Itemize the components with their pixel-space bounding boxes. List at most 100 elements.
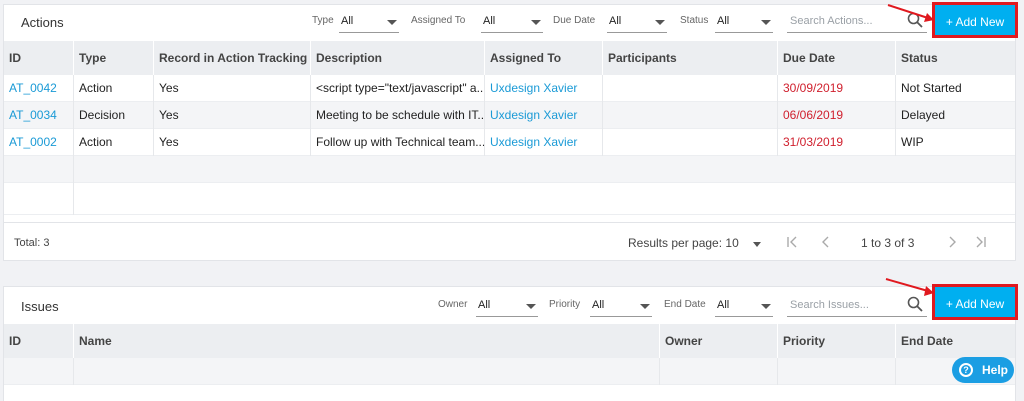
row-due-date: 31/03/2019	[778, 129, 896, 156]
prev-page-icon[interactable]	[819, 235, 833, 249]
type-filter-label: Type	[312, 15, 334, 26]
empty-cell	[74, 183, 1017, 210]
table-row[interactable]: AT_0002 Action Yes Follow up with Techni…	[4, 129, 1015, 156]
col-end-date[interactable]: End Date	[896, 324, 1017, 358]
total-count: Total: 3	[14, 237, 50, 249]
empty-cell	[4, 183, 74, 215]
empty-cell	[4, 358, 74, 385]
priority-filter-label: Priority	[549, 299, 581, 310]
table-row[interactable]: AT_0034 Decision Yes Meeting to be sched…	[4, 102, 1015, 129]
page-range: 1 to 3 of 3	[861, 236, 915, 250]
assigned-filter-select[interactable]: All	[481, 11, 543, 33]
row-participants	[603, 102, 778, 129]
annotation-arrow-icon	[885, 278, 934, 296]
end-date-filter-select[interactable]: All	[715, 295, 773, 317]
help-button[interactable]: ? Help	[952, 357, 1014, 383]
col-due-date[interactable]: Due Date	[778, 41, 896, 75]
row-id-link[interactable]: AT_0042	[4, 75, 74, 102]
empty-cell	[74, 358, 660, 385]
row-assigned[interactable]: Uxdesign Xavier	[485, 129, 603, 156]
owner-filter-label: Owner	[438, 299, 468, 310]
type-filter-select[interactable]: All	[339, 11, 399, 33]
row-status: Not Started	[901, 81, 962, 95]
col-name[interactable]: Name	[74, 324, 660, 358]
row-type: Action	[74, 75, 154, 102]
help-icon: ?	[959, 363, 973, 377]
row-due-date: 30/09/2019	[778, 75, 896, 102]
chevron-down-icon	[531, 20, 541, 25]
col-record[interactable]: Record in Action Tracking	[154, 41, 311, 75]
row-type: Action	[74, 129, 154, 156]
status-filter-value: All	[717, 15, 730, 27]
issues-title: Issues	[21, 299, 59, 314]
row-participants	[603, 75, 778, 102]
row-description: Meeting to be schedule with IT...	[311, 102, 485, 129]
chevron-down-icon[interactable]	[753, 242, 761, 247]
next-page-icon[interactable]	[945, 235, 959, 249]
row-assigned[interactable]: Uxdesign Xavier	[485, 75, 603, 102]
row-id-link[interactable]: AT_0002	[4, 129, 74, 156]
end-date-filter-value: All	[717, 299, 730, 311]
help-label: Help	[982, 363, 1009, 377]
issues-header: Issues Owner All Priority All End Date A…	[4, 287, 1015, 323]
last-page-icon[interactable]	[973, 235, 987, 249]
empty-cell	[660, 358, 778, 385]
annotation-arrow-icon	[887, 4, 934, 22]
empty-row	[4, 183, 1015, 215]
chevron-down-icon	[761, 304, 771, 309]
issues-table: ID Name Owner Priority End Date	[4, 324, 1015, 401]
end-date-filter-label: End Date	[664, 299, 706, 310]
chevron-down-icon	[526, 304, 536, 309]
chevron-down-icon	[387, 20, 397, 25]
type-filter-value: All	[341, 15, 354, 27]
row-status: WIP	[901, 135, 924, 149]
empty-cell	[778, 358, 896, 385]
chevron-down-icon	[761, 20, 771, 25]
chevron-down-icon	[640, 304, 650, 309]
status-filter-label: Status	[680, 15, 709, 26]
row-participants	[603, 129, 778, 156]
issues-table-header: ID Name Owner Priority End Date	[4, 324, 1015, 358]
row-record: Yes	[154, 75, 311, 102]
actions-panel: Actions Type All Assigned To All Due Dat…	[3, 4, 1016, 261]
actions-table: ID Type Record in Action Tracking Descri…	[4, 41, 1015, 221]
owner-filter-select[interactable]: All	[476, 295, 538, 317]
chevron-down-icon	[655, 20, 665, 25]
col-owner[interactable]: Owner	[660, 324, 778, 358]
table-row[interactable]: AT_0042 Action Yes <script type="text/ja…	[4, 75, 1015, 102]
row-assigned[interactable]: Uxdesign Xavier	[485, 102, 603, 129]
results-per-page-select[interactable]: Results per page: 10	[628, 236, 739, 250]
col-assigned[interactable]: Assigned To	[485, 41, 603, 75]
issues-panel: Issues Owner All Priority All End Date A…	[3, 286, 1016, 401]
col-participants[interactable]: Participants	[603, 41, 778, 75]
actions-title: Actions	[21, 15, 64, 30]
due-filter-select[interactable]: All	[607, 11, 667, 33]
row-id-link[interactable]: AT_0034	[4, 102, 74, 129]
empty-cell	[74, 156, 1017, 183]
empty-cell	[4, 156, 74, 183]
status-filter-select[interactable]: All	[715, 11, 773, 33]
row-record: Yes	[154, 129, 311, 156]
row-description: Follow up with Technical team...	[311, 129, 485, 156]
first-page-icon[interactable]	[786, 235, 800, 249]
actions-add-new-button[interactable]: + Add New	[932, 2, 1018, 38]
col-id[interactable]: ID	[4, 324, 74, 358]
actions-footer: Total: 3 Results per page: 10 1 to 3 of …	[4, 222, 1015, 262]
actions-header: Actions Type All Assigned To All Due Dat…	[4, 5, 1015, 41]
actions-table-header: ID Type Record in Action Tracking Descri…	[4, 41, 1015, 75]
priority-filter-value: All	[592, 299, 605, 311]
assigned-filter-value: All	[483, 15, 496, 27]
issues-add-new-button[interactable]: + Add New	[932, 284, 1018, 320]
due-filter-label: Due Date	[553, 15, 596, 26]
priority-filter-select[interactable]: All	[590, 295, 652, 317]
col-priority[interactable]: Priority	[778, 324, 896, 358]
col-id[interactable]: ID	[4, 41, 74, 75]
col-description[interactable]: Description	[311, 41, 485, 75]
col-status[interactable]: Status	[896, 41, 1017, 75]
row-record: Yes	[154, 102, 311, 129]
owner-filter-value: All	[478, 299, 491, 311]
empty-row	[4, 358, 1015, 385]
col-type[interactable]: Type	[74, 41, 154, 75]
assigned-filter-label: Assigned To	[411, 15, 466, 26]
due-filter-value: All	[609, 15, 622, 27]
